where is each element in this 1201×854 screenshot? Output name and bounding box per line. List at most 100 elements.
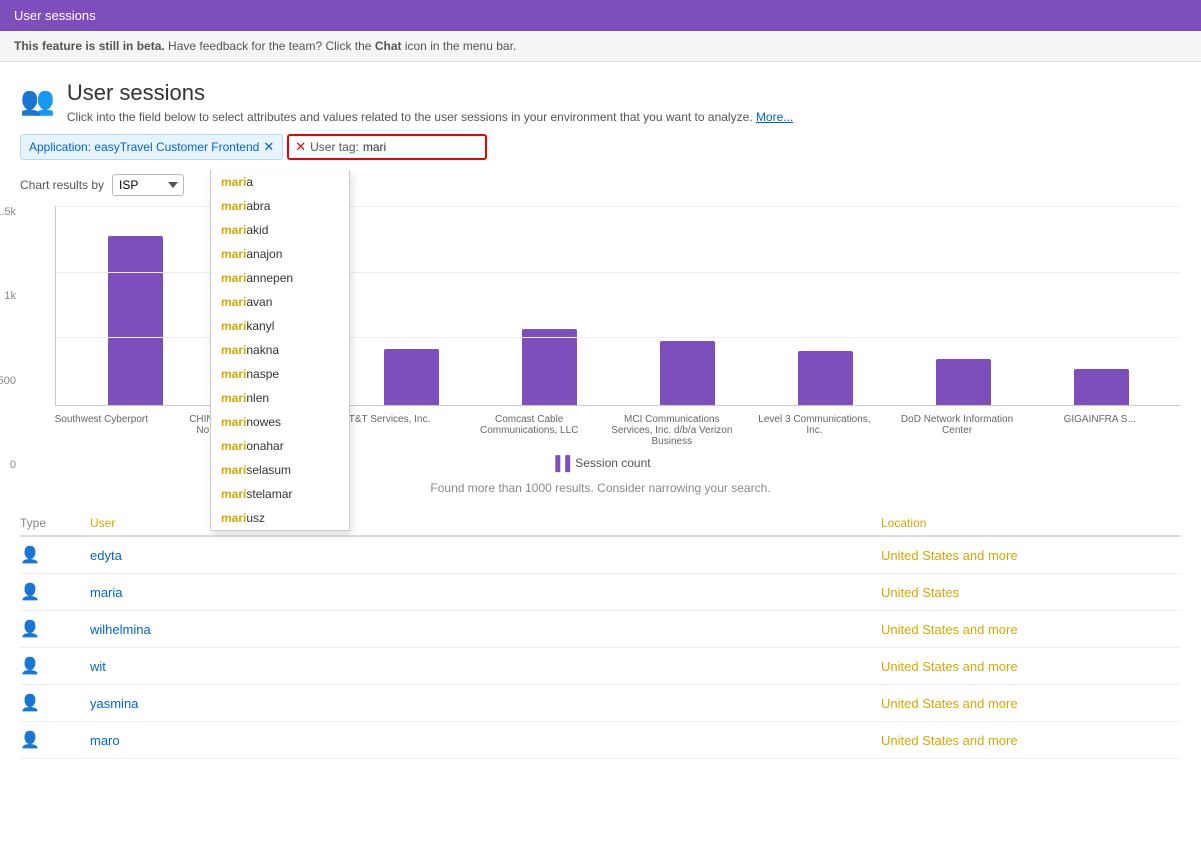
bar-southwest: [66, 206, 204, 405]
session-count-legend: ▐▐ Session count: [20, 455, 1181, 471]
x-label-gigainfra: GIGAINFRA S...: [1028, 414, 1171, 447]
title-bar: User sessions: [0, 0, 1201, 31]
row-location-maro: United States and more: [881, 733, 1181, 748]
x-label-mci: MCI CommunicationsServices, Inc. d/b/a V…: [601, 414, 744, 447]
chart-container: 1.5k 1k 500 0: [20, 206, 1181, 471]
beta-bar: This feature is still in beta. Have feed…: [0, 31, 1201, 62]
table-header: Type User Location: [20, 511, 1181, 537]
row-location-wit: United States and more: [881, 659, 1181, 674]
bar-att: [342, 206, 480, 405]
chart-by-select[interactable]: ISP Location Browser OS: [112, 174, 184, 196]
page-title-block: User sessions Click into the field below…: [67, 80, 793, 124]
user-link-wit[interactable]: wit: [90, 659, 106, 674]
row-user-wilhelmina: wilhelmina: [90, 622, 881, 637]
user-link-wilhelmina[interactable]: wilhelmina: [90, 622, 151, 637]
dropdown-item-marinlen[interactable]: marinlen: [211, 386, 349, 410]
x-label-dod: DoD Network InformationCenter: [886, 414, 1029, 447]
app-filter-chip[interactable]: Application: easyTravel Customer Fronten…: [20, 134, 283, 160]
row-location-edyta: United States and more: [881, 548, 1181, 563]
x-labels: Southwest Cyberport CHINANET-BACKBONENo.…: [20, 410, 1181, 447]
row-location-yasmina: United States and more: [881, 696, 1181, 711]
col-header-user: User: [90, 516, 881, 530]
dropdown-item-maria[interactable]: maria: [211, 170, 349, 194]
x-label-comcast: Comcast CableCommunications, LLC: [458, 414, 601, 447]
table-row: 👤 maro United States and more: [20, 722, 1181, 759]
row-location-maria: United States: [881, 585, 1181, 600]
person-icon: 👤: [20, 656, 40, 676]
table-row: 👤 edyta United States and more: [20, 537, 1181, 574]
bar-southwest-rect: [108, 236, 163, 405]
col-header-type: Type: [20, 516, 90, 530]
row-type-yasmina: 👤: [20, 693, 90, 713]
main-content: 👥 User sessions Click into the field bel…: [0, 62, 1201, 777]
dropdown-item-marionahar[interactable]: marionahar: [211, 434, 349, 458]
bar-comcast-rect: [522, 329, 577, 405]
user-tag-value: mari: [363, 140, 386, 154]
remove-app-filter[interactable]: ✕: [263, 139, 274, 155]
user-tag-label: User tag:: [310, 140, 359, 154]
page-title: User sessions: [67, 80, 793, 106]
remove-user-tag[interactable]: ✕: [295, 139, 306, 155]
x-label-southwest: Southwest Cyberport: [30, 414, 173, 447]
person-icon: 👤: [20, 545, 40, 565]
person-icon: 👤: [20, 693, 40, 713]
beta-label: This feature is still in beta.: [14, 39, 165, 53]
bar-dod-rect: [936, 359, 991, 405]
table-row: 👤 wit United States and more: [20, 648, 1181, 685]
bar-gigainfra: [1033, 206, 1171, 405]
row-user-maria: maria: [90, 585, 881, 600]
dropdown-item-mariavan[interactable]: mariavan: [211, 290, 349, 314]
beta-after-chat: icon in the menu bar.: [405, 39, 516, 53]
user-link-edyta[interactable]: edyta: [90, 548, 122, 563]
title-bar-label: User sessions: [14, 8, 96, 23]
dropdown-item-marinaspe[interactable]: marinaspe: [211, 362, 349, 386]
session-count-label: Session count: [575, 456, 650, 470]
table-row: 👤 yasmina United States and more: [20, 685, 1181, 722]
row-type-wilhelmina: 👤: [20, 619, 90, 639]
more-link[interactable]: More...: [756, 110, 793, 124]
dropdown-item-mariannepen[interactable]: mariannepen: [211, 266, 349, 290]
dropdown-item-mariselasum[interactable]: mariselasum: [211, 458, 349, 482]
user-link-maria[interactable]: maria: [90, 585, 123, 600]
bar-level3-rect: [798, 351, 853, 405]
dropdown-item-mariusz[interactable]: mariusz: [211, 506, 349, 530]
user-link-maro[interactable]: maro: [90, 733, 120, 748]
dropdown-item-marianajon[interactable]: marianajon: [211, 242, 349, 266]
bar-mci: [619, 206, 757, 405]
bar-mci-rect: [660, 341, 715, 405]
autocomplete-dropdown: maria mariabra mariakid marianajon maria…: [210, 170, 350, 531]
dropdown-item-marikanyl[interactable]: marikanyl: [211, 314, 349, 338]
bar-dod: [895, 206, 1033, 405]
user-tag-input[interactable]: ✕ User tag: mari: [287, 134, 487, 160]
y-label-4: 0: [10, 459, 16, 471]
beta-chat-word: Chat: [375, 39, 402, 53]
page-description: Click into the field below to select att…: [67, 110, 793, 124]
row-type-maria: 👤: [20, 582, 90, 602]
col-header-location: Location: [881, 516, 1181, 530]
bar-comcast: [480, 206, 618, 405]
page-header: 👥 User sessions Click into the field bel…: [20, 80, 1181, 124]
user-link-yasmina[interactable]: yasmina: [90, 696, 138, 711]
dropdown-item-mariakid[interactable]: mariakid: [211, 218, 349, 242]
x-label-level3: Level 3 Communications,Inc.: [743, 414, 886, 447]
chart-by-label: Chart results by: [20, 178, 104, 192]
results-table: Type User Location 👤 edyta United States…: [20, 511, 1181, 759]
dropdown-item-marinakna[interactable]: marinakna: [211, 338, 349, 362]
person-icon: 👤: [20, 582, 40, 602]
row-type-maro: 👤: [20, 730, 90, 750]
app-chip-label: Application: easyTravel Customer Fronten…: [29, 140, 259, 154]
table-row: 👤 wilhelmina United States and more: [20, 611, 1181, 648]
dropdown-item-maristelamar[interactable]: maristelamar: [211, 482, 349, 506]
table-row: 👤 maria United States: [20, 574, 1181, 611]
y-axis: 1.5k 1k 500 0: [0, 206, 20, 471]
person-icon: 👤: [20, 619, 40, 639]
bar-gigainfra-rect: [1074, 369, 1129, 405]
row-type-wit: 👤: [20, 656, 90, 676]
chart-controls: Chart results by ISP Location Browser OS: [20, 174, 1181, 196]
row-location-wilhelmina: United States and more: [881, 622, 1181, 637]
row-user-edyta: edyta: [90, 548, 881, 563]
dropdown-item-mariabra[interactable]: mariabra: [211, 194, 349, 218]
bar-level3: [757, 206, 895, 405]
y-label-2: 1k: [4, 290, 16, 302]
dropdown-item-marinowes[interactable]: marinowes: [211, 410, 349, 434]
